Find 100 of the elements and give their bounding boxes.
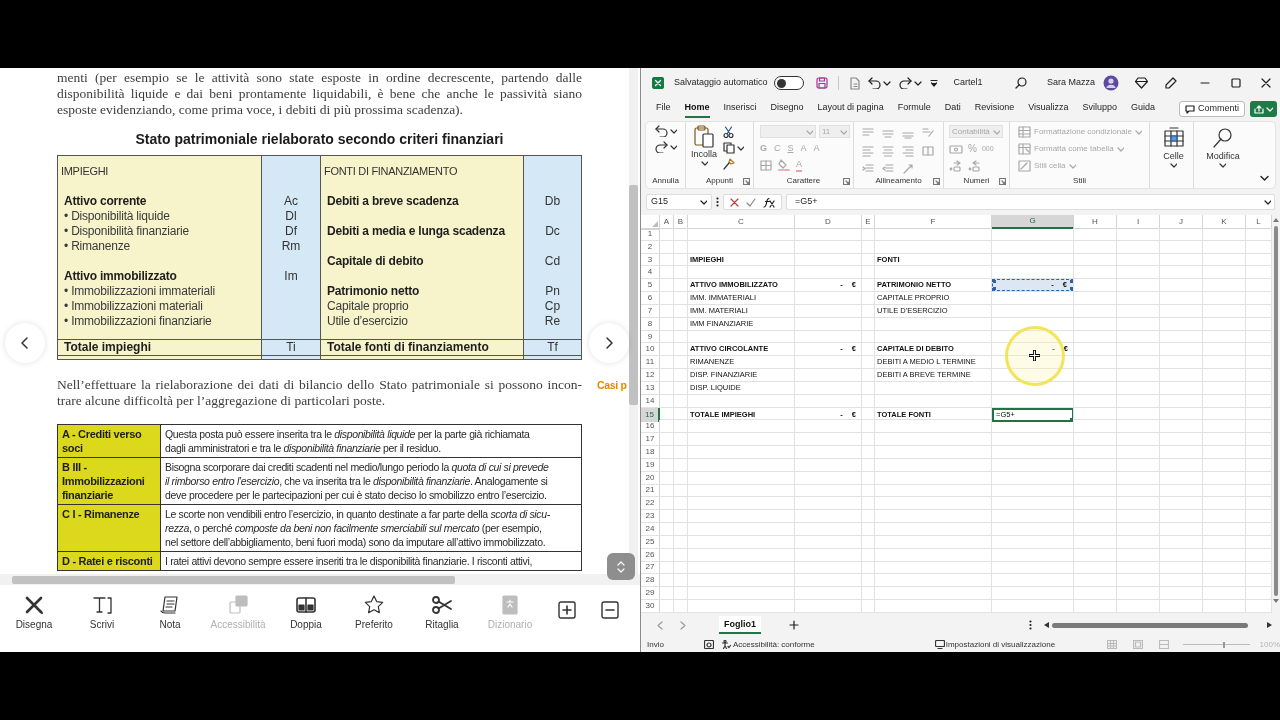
menu-tab[interactable]: Sviluppo <box>1082 100 1118 118</box>
toolbar-button[interactable]: Preferito <box>340 585 408 631</box>
row-number[interactable]: 14 <box>641 394 660 407</box>
row-number[interactable]: 23 <box>641 510 660 523</box>
row-number[interactable]: 13 <box>641 381 660 394</box>
expand-icon[interactable] <box>1264 199 1271 205</box>
name-box[interactable]: G15 <box>646 194 712 210</box>
menu-tab[interactable]: Guida <box>1131 100 1156 118</box>
menu-tab[interactable]: Inserisci <box>723 100 757 118</box>
diamond-icon[interactable] <box>1135 77 1148 89</box>
accessibility-status[interactable]: Accessibilità: conforme <box>721 638 815 651</box>
toolbar-button[interactable]: Ritaglia <box>408 585 476 631</box>
row-number[interactable]: 21 <box>641 484 660 497</box>
undo-button[interactable] <box>654 125 677 137</box>
menu-tab[interactable]: Visualizza <box>1028 100 1069 118</box>
column-header[interactable]: I <box>1117 215 1160 229</box>
next-sheet-icon[interactable] <box>680 620 686 630</box>
column-header[interactable]: J <box>1160 215 1203 229</box>
row-number[interactable]: 24 <box>641 523 660 535</box>
row-number[interactable]: 19 <box>641 458 660 471</box>
search-button[interactable] <box>1014 77 1027 89</box>
select-all-button[interactable] <box>641 215 660 229</box>
row-number[interactable]: 25 <box>641 535 660 548</box>
function-icon[interactable] <box>763 196 775 208</box>
horizontal-scrollbar[interactable] <box>1044 620 1272 631</box>
row-number[interactable]: 27 <box>641 561 660 574</box>
column-header[interactable]: G <box>992 215 1074 229</box>
autosave-toggle[interactable] <box>773 76 804 90</box>
menu-tab[interactable]: Formule <box>897 100 931 118</box>
menu-tab[interactable]: Layout di pagina <box>817 100 884 118</box>
pen-icon[interactable] <box>1165 77 1177 89</box>
menu-tab[interactable]: File <box>656 100 671 118</box>
share-button[interactable] <box>1250 101 1277 117</box>
row-number[interactable]: 12 <box>641 369 660 381</box>
cancel-icon[interactable] <box>730 197 739 207</box>
row-number[interactable]: 16 <box>641 420 660 433</box>
row-number[interactable]: 7 <box>641 304 660 317</box>
row-number[interactable]: 8 <box>641 317 660 330</box>
document-button[interactable] <box>848 76 860 90</box>
more-options-icon[interactable] <box>716 197 719 207</box>
macro-record-icon[interactable] <box>703 640 714 650</box>
row-number[interactable]: 28 <box>641 574 660 587</box>
row-number[interactable]: 30 <box>641 600 660 612</box>
add-sheet-icon[interactable] <box>789 620 799 631</box>
row-number[interactable]: 1 <box>641 228 660 240</box>
redo-button[interactable] <box>654 141 677 153</box>
sheet-tab[interactable]: Foglio1 <box>719 616 761 635</box>
display-settings-button[interactable]: Impostazioni di visualizzazione <box>934 638 1056 651</box>
maximize-icon[interactable] <box>1231 78 1241 88</box>
column-header[interactable]: K <box>1203 215 1246 229</box>
row-number[interactable]: 18 <box>641 446 660 458</box>
next-page-button[interactable] <box>589 323 629 363</box>
scissors-icon[interactable] <box>723 126 734 138</box>
cells-button[interactable]: Celle <box>1162 127 1185 168</box>
toolbar-button[interactable]: Nota <box>136 585 204 631</box>
row-number[interactable]: 29 <box>641 587 660 599</box>
comments-button[interactable]: Commenti <box>1179 101 1245 117</box>
save-button[interactable] <box>815 77 828 89</box>
previous-page-button[interactable] <box>5 323 45 363</box>
row-number[interactable]: 6 <box>641 292 660 304</box>
find-button[interactable]: Modifica <box>1206 127 1240 168</box>
close-icon[interactable] <box>1261 78 1271 88</box>
customize-button[interactable] <box>929 79 938 87</box>
row-number[interactable]: 3 <box>641 253 660 266</box>
row-number[interactable]: 22 <box>641 497 660 510</box>
check-icon[interactable] <box>746 197 756 207</box>
row-number[interactable]: 10 <box>641 343 660 356</box>
row-number[interactable]: 4 <box>641 266 660 279</box>
row-number[interactable]: 5 <box>641 279 660 292</box>
menu-tab[interactable]: Home <box>684 100 710 118</box>
more-options-icon[interactable] <box>1029 620 1032 631</box>
column-header[interactable]: H <box>1074 215 1117 229</box>
column-header[interactable]: A <box>660 215 674 229</box>
toolbar-button[interactable]: Scrivi <box>68 585 136 631</box>
copy-button[interactable] <box>723 142 744 154</box>
avatar-icon[interactable] <box>1103 75 1119 91</box>
scroll-button[interactable] <box>607 553 635 580</box>
collapse-ribbon-icon[interactable] <box>1260 175 1269 182</box>
toolbar-button[interactable]: Disegna <box>0 585 68 631</box>
format-painter-icon[interactable] <box>723 158 735 170</box>
toolbar-button[interactable]: Doppia <box>272 585 340 631</box>
row-number[interactable]: 26 <box>641 548 660 561</box>
previous-sheet-icon[interactable] <box>657 620 663 630</box>
column-header[interactable]: C <box>688 215 795 229</box>
vertical-scrollbar[interactable] <box>629 68 638 574</box>
redo-button[interactable] <box>898 77 922 89</box>
row-number[interactable]: 20 <box>641 471 660 484</box>
horizontal-scrollbar[interactable] <box>0 574 640 585</box>
row-number[interactable]: 9 <box>641 330 660 343</box>
column-header[interactable]: D <box>795 215 862 229</box>
menu-tab[interactable]: Disegno <box>770 100 804 118</box>
menu-tab[interactable]: Dati <box>944 100 961 118</box>
formula-field[interactable]: =G5+ <box>786 194 1275 210</box>
row-number[interactable]: 11 <box>641 356 660 369</box>
paste-button[interactable]: Incolla <box>691 125 717 174</box>
row-number[interactable]: 2 <box>641 240 660 253</box>
undo-button[interactable] <box>867 77 891 89</box>
menu-tab[interactable]: Revisione <box>974 100 1015 118</box>
row-number[interactable]: 17 <box>641 433 660 446</box>
dialog-launcher-icon[interactable] <box>743 177 750 185</box>
